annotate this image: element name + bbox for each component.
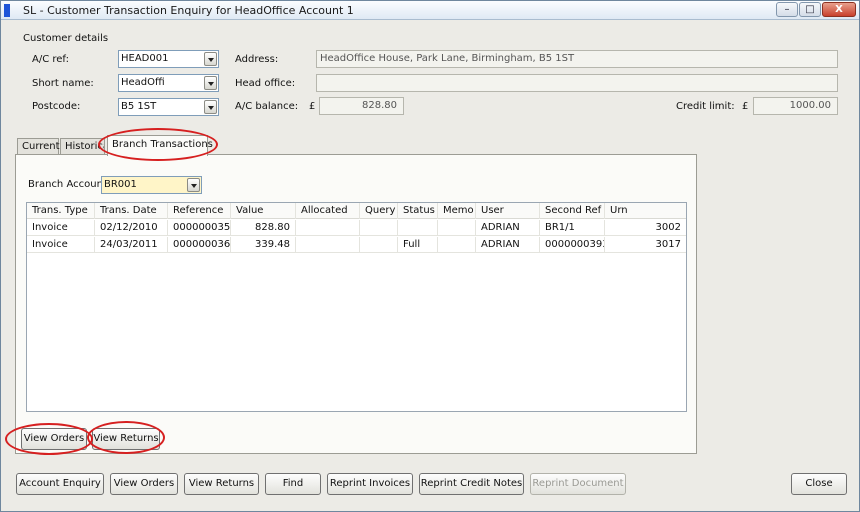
balance-label: A/C balance:	[235, 101, 299, 112]
title-bar: SL - Customer Transaction Enquiry for He…	[1, 1, 859, 20]
branch-account-label: Branch Account	[28, 179, 107, 190]
cell-second-ref: BR1/1	[540, 220, 605, 236]
balance-field: 828.80	[319, 97, 404, 115]
ac-ref-combo[interactable]: HEAD001	[118, 50, 219, 68]
cell-memo	[438, 220, 476, 236]
table-row[interactable]: Invoice 24/03/2011 0000000367 339.48 Ful…	[27, 237, 686, 253]
branch-account-combo[interactable]: BR001	[101, 176, 202, 194]
cell-user: ADRIAN	[476, 237, 540, 253]
column-header[interactable]: Allocated	[296, 203, 360, 219]
head-office-label: Head office:	[235, 78, 296, 89]
table-row[interactable]: Invoice 02/12/2010 0000000359 828.80 ADR…	[27, 220, 686, 236]
cell-status	[398, 220, 438, 236]
view-returns-button[interactable]: View Returns	[184, 473, 259, 495]
cell-trans-type: Invoice	[27, 220, 95, 236]
column-header[interactable]: Reference	[168, 203, 231, 219]
account-enquiry-button[interactable]: Account Enquiry	[16, 473, 104, 495]
panel-view-returns-button[interactable]: View Returns	[92, 428, 160, 450]
cell-allocated	[296, 220, 360, 236]
close-button[interactable]: Close	[791, 473, 847, 495]
short-name-label: Short name:	[32, 78, 94, 89]
address-label: Address:	[235, 54, 279, 65]
minimize-button[interactable]: –	[776, 2, 798, 17]
cell-reference: 0000000359	[168, 220, 231, 236]
chevron-down-icon[interactable]	[204, 52, 217, 66]
view-orders-button[interactable]: View Orders	[110, 473, 178, 495]
cell-value: 339.48	[231, 237, 296, 253]
column-header[interactable]: Query	[360, 203, 398, 219]
transaction-enquiry-window: SL - Customer Transaction Enquiry for He…	[0, 0, 860, 512]
column-header[interactable]: User	[476, 203, 540, 219]
column-header[interactable]: Second Ref	[540, 203, 605, 219]
maximize-button[interactable]: □	[799, 2, 821, 17]
cell-status: Full	[398, 237, 438, 253]
ac-ref-value: HEAD001	[121, 53, 169, 64]
grid-header: Trans. Type Trans. Date Reference Value …	[27, 203, 686, 219]
cell-trans-type: Invoice	[27, 237, 95, 253]
close-window-button[interactable]: X	[822, 2, 856, 17]
cell-trans-date: 02/12/2010	[95, 220, 168, 236]
credit-limit-label: Credit limit:	[676, 101, 735, 112]
cell-urn: 3017	[655, 239, 681, 250]
cell-query	[360, 237, 398, 253]
chevron-down-icon[interactable]	[187, 178, 200, 192]
postcode-value: B5 1ST	[121, 101, 157, 112]
head-office-field	[316, 74, 838, 92]
column-header[interactable]: Status	[398, 203, 438, 219]
column-header[interactable]: Urn	[605, 203, 686, 219]
branch-account-value: BR001	[104, 179, 137, 190]
panel-view-orders-button[interactable]: View Orders	[21, 428, 87, 450]
balance-currency: £	[309, 101, 316, 112]
reprint-invoices-button[interactable]: Reprint Invoices	[327, 473, 413, 495]
cell-allocated	[296, 237, 360, 253]
ac-ref-label: A/C ref:	[32, 54, 69, 65]
cell-reference: 0000000367	[168, 237, 231, 253]
chevron-down-icon[interactable]	[204, 100, 217, 114]
tab-branch-transactions[interactable]: Branch Transactions	[107, 135, 213, 156]
app-icon	[4, 4, 10, 17]
short-name-value: HeadOffi	[121, 77, 165, 88]
postcode-label: Postcode:	[32, 101, 81, 112]
column-header[interactable]: Value	[231, 203, 296, 219]
cell-value: 828.80	[231, 220, 296, 236]
transactions-grid[interactable]: Trans. Type Trans. Date Reference Value …	[26, 202, 687, 412]
customer-details-heading: Customer details	[23, 33, 109, 44]
short-name-combo[interactable]: HeadOffi	[118, 74, 219, 92]
address-field: HeadOffice House, Park Lane, Birmingham,…	[316, 50, 838, 68]
cell-second-ref: 0000000393	[540, 237, 605, 253]
cell-urn: 3002	[655, 222, 681, 233]
chevron-down-icon[interactable]	[204, 76, 217, 90]
reprint-credit-notes-button[interactable]: Reprint Credit Notes	[419, 473, 524, 495]
credit-limit-field: 1000.00	[753, 97, 838, 115]
cell-user: ADRIAN	[476, 220, 540, 236]
tab-historical[interactable]: Historical	[60, 138, 105, 155]
cell-query	[360, 220, 398, 236]
reprint-document-button: Reprint Document	[530, 473, 626, 495]
column-header[interactable]: Trans. Date	[95, 203, 168, 219]
column-header[interactable]: Memo	[438, 203, 476, 219]
column-header[interactable]: Trans. Type	[27, 203, 95, 219]
find-button[interactable]: Find	[265, 473, 321, 495]
cell-trans-date: 24/03/2011	[95, 237, 168, 253]
window-title: SL - Customer Transaction Enquiry for He…	[23, 4, 354, 17]
credit-limit-currency: £	[742, 101, 749, 112]
cell-memo	[438, 237, 476, 253]
postcode-combo[interactable]: B5 1ST	[118, 98, 219, 116]
tab-current[interactable]: Current	[17, 138, 60, 155]
